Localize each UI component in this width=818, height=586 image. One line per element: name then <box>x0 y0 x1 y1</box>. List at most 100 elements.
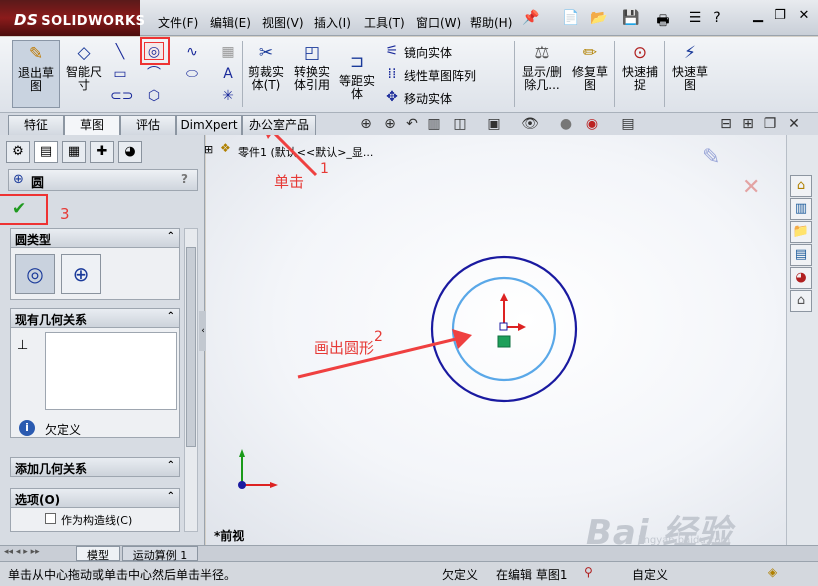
open-file-icon[interactable]: 📂 <box>588 10 610 30</box>
arc-tool-icon[interactable]: ⌒ <box>144 65 164 83</box>
graphics-area[interactable]: ⊞ ❖ 零件1 (默认<<默认>_显... ✎ ✕ 单击 1 画出圆形 2 *前… <box>204 135 786 553</box>
existing-relations-header[interactable]: 现有几何关系 ⌃ <box>10 308 180 328</box>
property-manager-tab-icon[interactable]: ▤ <box>34 141 58 163</box>
polygon-tool-icon[interactable]: ⬡ <box>144 87 164 105</box>
line-tool-icon[interactable]: ╲ <box>110 43 130 61</box>
restore-button[interactable]: ❐ <box>770 8 790 26</box>
sketch-canvas <box>238 135 578 489</box>
split-horizontal-icon[interactable]: ⊟ <box>716 115 736 133</box>
exit-sketch-button[interactable]: ✎ 退出草 图 <box>12 40 60 108</box>
tab-sketch[interactable]: 草图 <box>64 115 120 135</box>
help-button[interactable]: ? <box>181 172 188 186</box>
panel-scrollbar[interactable] <box>184 228 198 532</box>
appearance-icon[interactable]: ● <box>556 115 576 133</box>
relation-icon: ⊥ <box>17 338 29 353</box>
collapse-chevron-icon[interactable]: ⌃ <box>167 491 175 502</box>
hide-show-icon[interactable]: 👁 <box>520 115 540 133</box>
status-custom[interactable]: 自定义 <box>632 566 668 583</box>
close-button[interactable]: ✕ <box>794 8 814 26</box>
help-icon[interactable]: ? <box>706 10 728 30</box>
solidworks-logo[interactable]: DS SOLIDWORKS <box>0 0 145 36</box>
tab-office-products[interactable]: 办公室产品 <box>242 115 316 135</box>
spline-tool-icon[interactable]: ∿ <box>182 43 202 61</box>
split-vertical-icon[interactable]: ⊞ <box>738 115 758 133</box>
section-view-icon[interactable]: ▥ <box>424 115 444 133</box>
tag-icon[interactable]: ◈ <box>768 565 777 579</box>
home-icon[interactable]: ⌂ <box>790 175 812 197</box>
menu-edit[interactable]: 编辑(E) <box>208 14 253 31</box>
viewport-restore-icon[interactable]: ❐ <box>760 115 780 133</box>
convert-entities-button[interactable]: ◰ 转换实 体引用 <box>290 40 334 108</box>
pm-title-bar: ⊕ 圆 ? <box>8 169 198 191</box>
library-icon[interactable]: ▥ <box>790 198 812 220</box>
new-file-icon[interactable]: 📄 <box>560 10 582 30</box>
rectangle-tool-icon[interactable]: ▭ <box>110 65 130 83</box>
move-entities-button[interactable]: 移动实体 <box>404 90 452 107</box>
display-delete-relations-button[interactable]: ⚖ 显示/删 除几... <box>518 40 566 108</box>
feature-manager-tab-icon[interactable]: ⚙ <box>6 141 30 163</box>
custom-properties-icon[interactable]: ⌂ <box>790 290 812 312</box>
configuration-manager-tab-icon[interactable]: ▦ <box>62 141 86 163</box>
scene-icon[interactable]: ◉ <box>582 115 602 133</box>
viewport-close-icon[interactable]: ✕ <box>784 115 804 133</box>
repair-sketch-button[interactable]: ✏ 修复草 图 <box>568 40 612 108</box>
view-orientation-icon[interactable]: ◫ <box>450 115 470 133</box>
offset-entities-button[interactable]: ⊐ 等距实 体 <box>336 49 378 117</box>
construction-checkbox[interactable] <box>45 513 56 524</box>
file-explorer-icon[interactable]: 📁 <box>790 221 812 243</box>
point-tool-icon[interactable]: ✳ <box>218 87 238 105</box>
tab-evaluate[interactable]: 评估 <box>120 115 176 135</box>
relations-list[interactable] <box>45 332 177 410</box>
display-style-icon[interactable]: ▣ <box>484 115 504 133</box>
add-relations-header[interactable]: 添加几何关系 ⌃ <box>10 457 180 477</box>
rapid-sketch-button[interactable]: ⚡ 快速草 图 <box>668 40 712 108</box>
text-tool-icon[interactable]: A <box>218 65 238 83</box>
appearances-icon[interactable]: ◕ <box>790 267 812 289</box>
zoom-area-icon[interactable]: ⊕ <box>380 115 400 133</box>
tab-features[interactable]: 特征 <box>8 115 64 135</box>
center-circle-icon[interactable]: ◎ <box>15 254 55 294</box>
zoom-fit-icon[interactable]: ⊕ <box>356 115 376 133</box>
minimize-button[interactable]: ▁ <box>748 8 768 26</box>
collapse-chevron-icon[interactable]: ⌃ <box>167 231 175 242</box>
smart-dimension-button[interactable]: ◇ 智能尺 寸 <box>62 40 106 108</box>
display-manager-tab-icon[interactable]: ◕ <box>118 141 142 163</box>
view-settings-icon[interactable]: ▤ <box>618 115 638 133</box>
quick-snaps-button[interactable]: ⊙ 快速捕 捉 <box>618 40 662 108</box>
print-icon[interactable]: 🖶 <box>652 10 674 30</box>
perimeter-circle-icon[interactable]: ⊕ <box>61 254 101 294</box>
tab-model[interactable]: 模型 <box>76 546 120 562</box>
options-icon[interactable]: ☰ <box>684 10 706 30</box>
linear-pattern-button[interactable]: 线性草图阵列 <box>404 67 476 84</box>
menu-window[interactable]: 窗口(W) <box>414 14 463 31</box>
collapse-chevron-icon[interactable]: ⌃ <box>167 311 175 322</box>
fillet-tool-icon[interactable]: ▦ <box>218 43 238 61</box>
rebuild-icon[interactable]: ⚲ <box>584 565 593 579</box>
center-point[interactable] <box>499 322 508 331</box>
menu-view[interactable]: 视图(V) <box>260 14 306 31</box>
tab-scroll-arrows-icon[interactable]: ◂◂ ◂ ▸ ▸▸ <box>4 547 40 557</box>
construction-label: 作为构造线(C) <box>61 514 133 527</box>
trim-entities-button[interactable]: ✂ 剪裁实 体(T) <box>246 40 286 108</box>
menu-tools[interactable]: 工具(T) <box>362 14 407 31</box>
tab-motion-study[interactable]: 运动算例 1 <box>122 546 198 562</box>
view-palette-icon[interactable]: ▤ <box>790 244 812 266</box>
collapse-chevron-icon[interactable]: ⌃ <box>167 460 175 471</box>
menu-insert[interactable]: 插入(I) <box>312 14 353 31</box>
mirror-entities-button[interactable]: 镜向实体 <box>404 44 452 61</box>
dimxpert-manager-tab-icon[interactable]: ✚ <box>90 141 114 163</box>
linear-pattern-icon: ⁞⁞ <box>387 66 397 82</box>
slot-tool-icon[interactable]: ⊂⊃ <box>110 87 133 105</box>
ellipse-tool-icon[interactable]: ⬭ <box>182 65 202 83</box>
scroll-thumb[interactable] <box>186 247 196 447</box>
menu-file[interactable]: 文件(F) <box>156 14 200 31</box>
tab-dimxpert[interactable]: DimXpert <box>176 115 242 135</box>
circle-type-header[interactable]: 圆类型 ⌃ <box>10 228 180 248</box>
previous-view-icon[interactable]: ↶ <box>402 115 422 133</box>
pin-icon[interactable]: 📌 <box>520 10 542 30</box>
menu-help[interactable]: 帮助(H) <box>468 14 514 31</box>
options-header[interactable]: 选项(O) ⌃ <box>10 488 180 508</box>
mirror-icon: ⚟ <box>385 43 399 59</box>
existing-relations-body: ⊥ i 欠定义 <box>10 328 180 438</box>
save-icon[interactable]: 💾 <box>620 10 642 30</box>
